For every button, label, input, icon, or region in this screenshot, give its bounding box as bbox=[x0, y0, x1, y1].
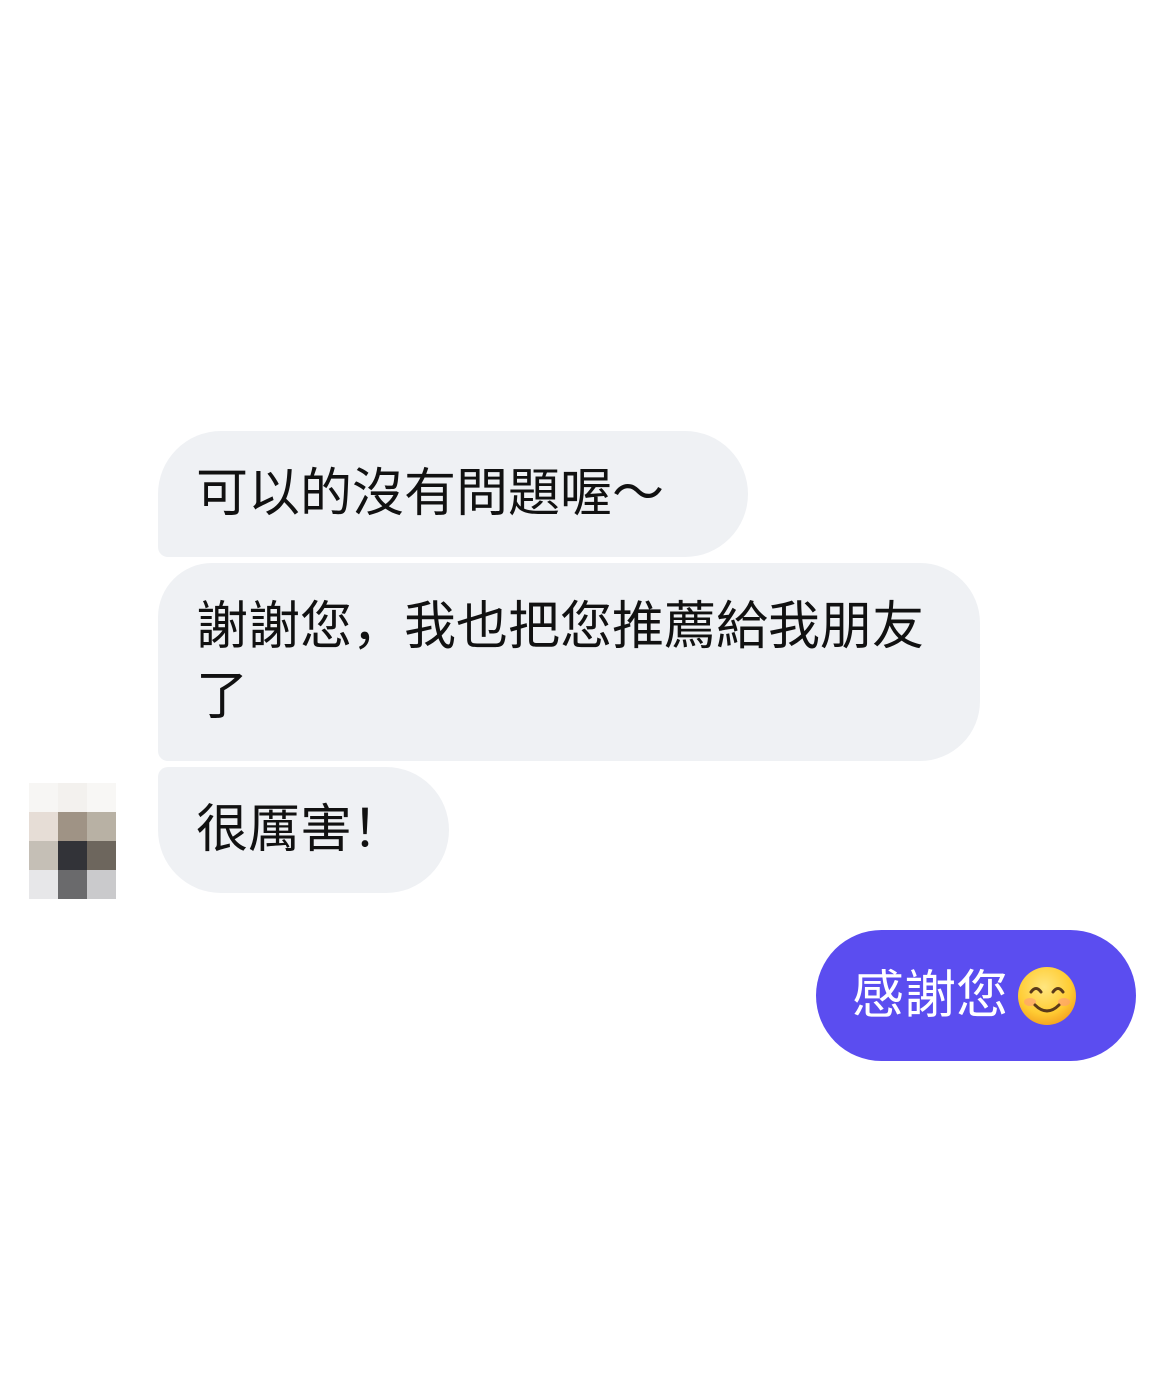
chat-thread: 可以的沒有問題喔～ 謝謝您，我也把您推薦給我朋友了 很厲害！ 感謝您 bbox=[0, 0, 1150, 1400]
incoming-message[interactable]: 很厲害！ bbox=[158, 767, 449, 893]
outgoing-message[interactable]: 感謝您 bbox=[816, 930, 1136, 1061]
incoming-message[interactable]: 可以的沒有問題喔～ bbox=[158, 431, 748, 557]
message-text: 可以的沒有問題喔～ bbox=[196, 464, 665, 524]
avatar[interactable] bbox=[29, 783, 131, 899]
message-text: 很厲害！ bbox=[196, 800, 405, 860]
message-text: 謝謝您，我也把您推薦給我朋友了 bbox=[196, 597, 925, 727]
message-text: 感謝您 bbox=[852, 965, 1009, 1026]
incoming-message[interactable]: 謝謝您，我也把您推薦給我朋友了 bbox=[158, 563, 980, 761]
smiling-face-icon bbox=[1018, 966, 1077, 1025]
